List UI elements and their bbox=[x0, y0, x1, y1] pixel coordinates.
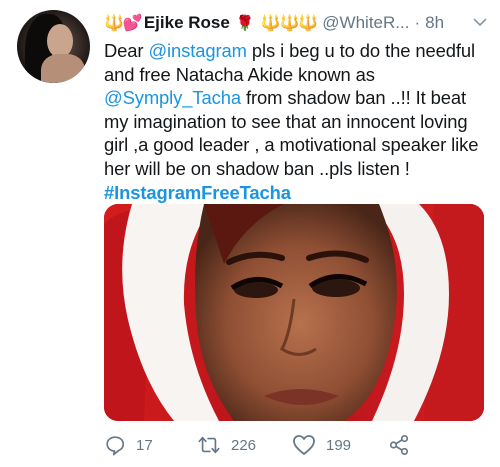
tweet-text: Dear @instagram pls i beg u to do the ne… bbox=[104, 39, 494, 204]
retweet-count: 226 bbox=[231, 436, 257, 454]
chevron-down-icon[interactable] bbox=[472, 14, 488, 30]
author-name[interactable]: Ejike Rose bbox=[144, 13, 230, 33]
tweet-media-image[interactable] bbox=[104, 204, 484, 421]
hashtag-link[interactable]: #InstagramFreeTacha bbox=[104, 182, 291, 203]
tweet-actions: 17 226 199 bbox=[104, 430, 484, 460]
trident-emoji-icon: 🔱💕 bbox=[104, 15, 143, 32]
mention-symply-tacha-link[interactable]: @Symply_Tacha bbox=[104, 87, 241, 108]
like-button[interactable]: 199 bbox=[292, 434, 388, 456]
tweet-header: 🔱💕 Ejike Rose 🌹 🔱🔱🔱 @WhiteR... · 8h bbox=[104, 11, 488, 35]
tweet: 🔱💕 Ejike Rose 🌹 🔱🔱🔱 @WhiteR... · 8h Dear… bbox=[0, 0, 500, 467]
portrait-photo bbox=[104, 204, 484, 421]
heart-icon bbox=[293, 435, 315, 455]
reply-button[interactable]: 17 bbox=[104, 434, 197, 456]
tweet-timestamp[interactable]: 8h bbox=[425, 13, 444, 33]
rose-emoji-icon: 🌹 bbox=[235, 15, 255, 32]
share-button[interactable] bbox=[388, 434, 410, 456]
like-count: 199 bbox=[326, 436, 352, 454]
retweet-button[interactable]: 226 bbox=[197, 434, 292, 456]
tweet-text-segment: Dear bbox=[104, 40, 149, 61]
reply-icon bbox=[106, 436, 125, 456]
trident-emoji-icon: 🔱🔱🔱 bbox=[260, 15, 319, 32]
author-handle[interactable]: @WhiteR... bbox=[322, 13, 409, 33]
avatar[interactable] bbox=[17, 10, 90, 83]
share-icon bbox=[389, 435, 409, 455]
separator-dot: · bbox=[414, 13, 421, 32]
reply-count: 17 bbox=[136, 436, 153, 454]
mention-instagram-link[interactable]: @instagram bbox=[148, 40, 247, 61]
retweet-icon bbox=[198, 436, 220, 454]
